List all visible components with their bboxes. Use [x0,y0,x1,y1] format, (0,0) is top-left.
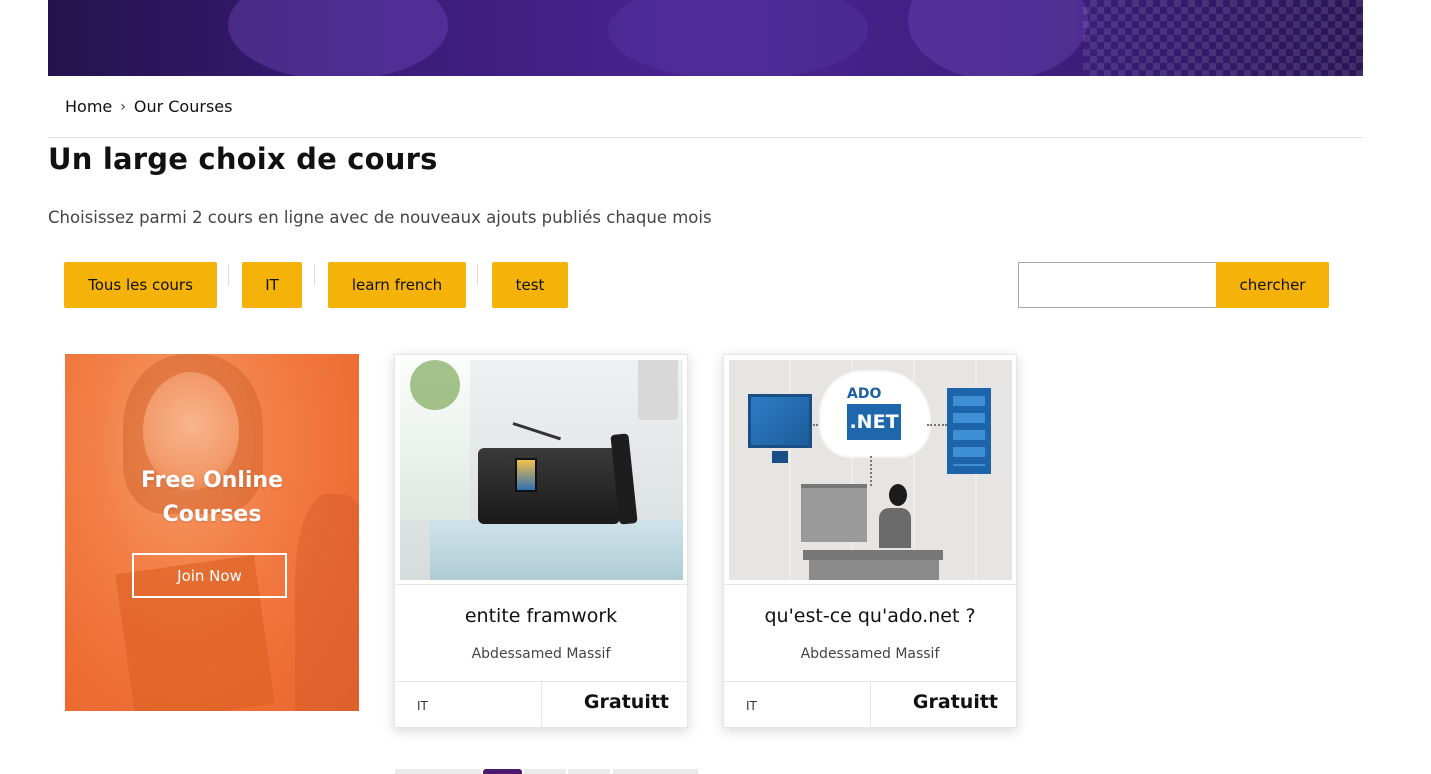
course-category: IT [417,699,428,713]
pagination-page[interactable] [568,769,610,774]
pagination-page[interactable] [524,769,566,774]
course-category: IT [746,699,757,713]
filter-button-learn-french[interactable]: learn french [328,262,466,308]
filter-button-all[interactable]: Tous les cours [64,262,217,308]
course-thumbnail[interactable]: ADO .NET [729,360,1012,580]
page-subtitle: Choisissez parmi 2 cours en ligne avec d… [48,208,712,227]
course-author: Abdessamed Massif [800,646,940,662]
ado-net-illustration-icon: ADO .NET [729,360,1012,580]
filter-button-test[interactable]: test [492,262,568,308]
breadcrumb-divider [48,137,1363,138]
hero-banner [48,0,1363,76]
course-author: Abdessamed Massif [471,646,611,662]
promo-title: Free Online Courses [140,468,283,527]
search-input[interactable] [1018,262,1216,308]
chevron-right-icon: › [120,98,126,115]
course-card[interactable]: entite framwork Abdessamed Massif IT Gra… [394,354,688,729]
course-price: Gratuitt [583,691,669,713]
radio-photo-icon [400,360,683,580]
pagination-next[interactable] [613,769,698,774]
search-button[interactable]: chercher [1216,262,1329,308]
filter-divider [477,264,478,286]
breadcrumb-current: Our Courses [133,97,233,116]
breadcrumb-home-link[interactable]: Home [65,97,112,116]
course-title[interactable]: qu'est-ce qu'ado.net ? [724,605,1016,627]
pagination-prev[interactable] [395,769,481,774]
filter-divider [314,264,315,286]
promo-banner[interactable]: Free Online Courses Join Now [65,354,359,711]
course-card[interactable]: ADO .NET qu'est-ce qu'ado.net ? Abdessam… [723,354,1017,729]
course-thumbnail[interactable] [400,360,683,580]
pagination-page-active[interactable] [483,769,522,774]
filter-button-it[interactable]: IT [242,262,302,308]
breadcrumb: Home › Our Courses [65,97,232,116]
filter-divider [228,264,229,286]
page-title: Un large choix de cours [48,142,438,176]
course-price: Gratuitt [912,691,998,713]
join-now-button[interactable]: Join Now [132,553,287,598]
course-title[interactable]: entite framwork [395,605,687,627]
